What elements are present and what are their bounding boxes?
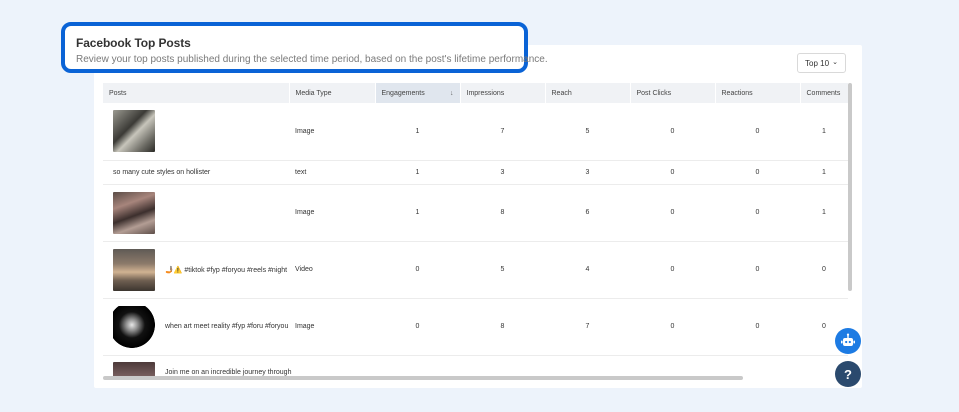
- comments-cell: 1: [800, 103, 848, 161]
- column-header-comments[interactable]: Comments: [800, 83, 848, 103]
- help-button[interactable]: ?: [835, 361, 861, 387]
- comments-cell: 0: [800, 241, 848, 299]
- media-type-cell: Image: [289, 298, 375, 356]
- reach-cell: 5: [545, 103, 630, 161]
- post-cell[interactable]: 🤳🏽⚠️ #tiktok #fyp #foryou #reels #night: [103, 241, 289, 299]
- post-clicks-cell: 0: [630, 241, 715, 299]
- engagements-cell: 0: [375, 298, 460, 356]
- post-cell[interactable]: so many cute styles on hollister: [103, 160, 289, 185]
- post-clicks-cell: 0: [630, 160, 715, 185]
- media-type-cell: text: [289, 160, 375, 185]
- reactions-cell: 0: [715, 160, 800, 185]
- table-row[interactable]: 🤳🏽⚠️ #tiktok #fyp #foryou #reels #night …: [103, 241, 848, 299]
- post-clicks-cell: 0: [630, 298, 715, 356]
- vertical-scrollbar[interactable]: [848, 83, 852, 291]
- post-clicks-cell: 0: [630, 103, 715, 161]
- reactions-cell: 0: [715, 298, 800, 356]
- post-thumbnail[interactable]: [113, 110, 155, 153]
- impressions-cell: 3: [460, 160, 545, 185]
- sort-desc-icon: ↓: [450, 89, 454, 97]
- post-cell[interactable]: when art meet reality #fyp #foru #foryou: [103, 298, 289, 356]
- post-caption: Join me on an incredible journey through: [165, 368, 292, 376]
- post-cell[interactable]: [103, 103, 289, 161]
- reach-cell: 3: [545, 160, 630, 185]
- table-row[interactable]: so many cute styles on hollister text 1 …: [103, 160, 848, 185]
- post-clicks-cell: 0: [630, 184, 715, 242]
- reach-cell: 4: [545, 241, 630, 299]
- column-header-post-clicks[interactable]: Post Clicks: [630, 83, 716, 103]
- column-header-reach[interactable]: Reach: [545, 83, 631, 103]
- post-thumbnail[interactable]: [113, 248, 155, 291]
- top-count-label: Top 10: [805, 58, 830, 68]
- help-label: ?: [844, 366, 852, 382]
- post-thumbnail[interactable]: [113, 305, 155, 348]
- table-row[interactable]: Image 1 7 5 0 0 1: [103, 103, 848, 161]
- section-header: Facebook Top Posts Review your top posts…: [61, 22, 548, 73]
- reactions-cell: 0: [715, 241, 800, 299]
- media-type-cell: Image: [289, 184, 375, 242]
- impressions-cell: 8: [460, 184, 545, 242]
- column-header-posts[interactable]: Posts: [103, 83, 290, 103]
- chatbot-button[interactable]: [835, 328, 861, 354]
- reach-cell: 7: [545, 298, 630, 356]
- column-header-engagements-label: Engagements: [381, 89, 425, 97]
- table-header-row: Posts Media Type Engagements ↓ Impressio…: [103, 83, 848, 103]
- column-header-impressions[interactable]: Impressions: [460, 83, 546, 103]
- section-subtitle: Review your top posts published during t…: [76, 54, 548, 65]
- top-count-dropdown[interactable]: Top 10 ⌄: [797, 53, 846, 73]
- column-header-reactions[interactable]: Reactions: [715, 83, 801, 103]
- robot-icon: [841, 333, 855, 346]
- post-caption: when art meet reality #fyp #foru #foryou: [165, 323, 289, 330]
- top-posts-table: Posts Media Type Engagements ↓ Impressio…: [103, 83, 848, 379]
- engagements-cell: 1: [375, 184, 460, 242]
- reactions-cell: 0: [715, 103, 800, 161]
- column-header-media-type[interactable]: Media Type: [289, 83, 376, 103]
- media-type-cell: Video: [289, 241, 375, 299]
- impressions-cell: 5: [460, 241, 545, 299]
- impressions-cell: 8: [460, 298, 545, 356]
- impressions-cell: 7: [460, 103, 545, 161]
- post-caption: so many cute styles on hollister: [113, 168, 211, 176]
- chevron-down-icon: ⌄: [832, 59, 838, 66]
- table-row[interactable]: when art meet reality #fyp #foru #foryou…: [103, 298, 848, 356]
- post-thumbnail[interactable]: [113, 191, 155, 234]
- section-title: Facebook Top Posts: [76, 36, 191, 50]
- media-type-cell: Image: [289, 103, 375, 161]
- column-header-engagements[interactable]: Engagements ↓: [375, 83, 461, 103]
- table-row[interactable]: Image 1 8 6 0 0 1: [103, 184, 848, 242]
- horizontal-scrollbar[interactable]: [103, 376, 743, 380]
- post-caption: 🤳🏽⚠️ #tiktok #fyp #foryou #reels #night: [165, 266, 288, 274]
- engagements-cell: 1: [375, 160, 460, 185]
- reach-cell: 6: [545, 184, 630, 242]
- engagements-cell: 0: [375, 241, 460, 299]
- post-cell[interactable]: [103, 184, 289, 242]
- comments-cell: 1: [800, 184, 848, 242]
- engagements-cell: 1: [375, 103, 460, 161]
- comments-cell: 1: [800, 160, 848, 185]
- reactions-cell: 0: [715, 184, 800, 242]
